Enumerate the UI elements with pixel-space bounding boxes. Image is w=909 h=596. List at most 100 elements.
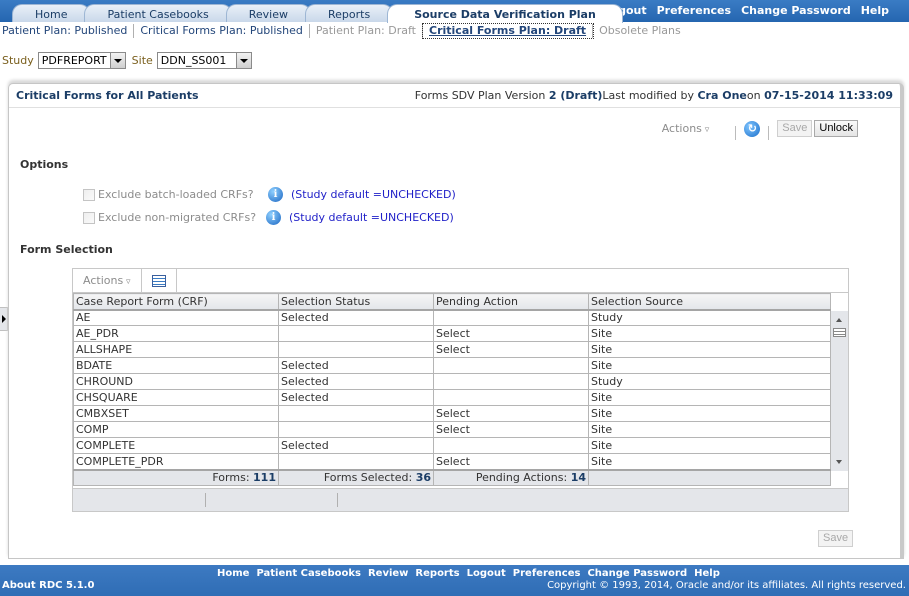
vertical-scrollbar[interactable] xyxy=(831,311,848,471)
help-link[interactable]: Help xyxy=(861,4,889,17)
bottom-save-button[interactable]: Save xyxy=(818,530,854,547)
selection-source-cell: Site xyxy=(588,421,831,438)
actions-menu[interactable]: Actions xyxy=(662,122,710,135)
panel-header: Critical Forms for All Patients Forms SD… xyxy=(9,84,900,108)
option-label: Exclude non-migrated CRFs? xyxy=(98,211,257,224)
table-row[interactable]: BDATE Selected Site xyxy=(73,357,831,374)
crf-table: Case Report Form (CRF) Selection Status … xyxy=(73,293,831,486)
subnav-patient-plan-published[interactable]: Patient Plan: Published xyxy=(2,24,135,38)
modified-at: 07-15-2014 11:33:09 xyxy=(764,89,893,102)
table-row[interactable]: CHROUND Selected Study xyxy=(73,373,831,390)
tab-patient-casebooks[interactable]: Patient Casebooks xyxy=(84,4,232,22)
selection-status-cell xyxy=(278,453,434,470)
tab-source-data-verification-plan[interactable]: Source Data Verification Plan xyxy=(387,4,623,23)
scroll-up-icon[interactable] xyxy=(836,318,842,322)
chevron-down-icon[interactable] xyxy=(235,53,251,68)
scroll-thumb[interactable] xyxy=(833,328,846,337)
tab-reports[interactable]: Reports xyxy=(305,4,394,22)
selection-source-cell: Site xyxy=(588,357,831,374)
table-row[interactable]: COMPLETE Selected Site xyxy=(73,437,831,454)
copyright-text: Copyright © 1993, 2014, Oracle and/or it… xyxy=(547,580,906,591)
column-header-selection-source[interactable]: Selection Source xyxy=(588,293,831,311)
tab-home[interactable]: Home xyxy=(12,4,91,22)
exclude-non-migrated-checkbox[interactable] xyxy=(83,211,95,224)
pending-action-cell xyxy=(433,389,589,406)
columns-icon[interactable] xyxy=(142,268,177,293)
footer-link-review[interactable]: Review xyxy=(368,568,408,579)
plan-info: Forms SDV Plan Version 2 (Draft)Last mod… xyxy=(415,89,893,102)
save-button[interactable]: Save xyxy=(777,120,813,137)
study-select-value: PDFREPORT xyxy=(41,54,107,67)
footer-links: Home Patient Casebooks Review Reports Logout… xyxy=(217,568,720,579)
info-icon[interactable]: i xyxy=(268,187,283,202)
pending-actions-total: Pending Actions: 14 xyxy=(433,468,589,486)
subnav-critical-forms-plan-draft[interactable]: Critical Forms Plan: Draft xyxy=(421,23,595,39)
subnav-obsolete-plans: Obsolete Plans xyxy=(599,24,681,37)
table-row[interactable]: AE Selected Study xyxy=(73,309,831,326)
about-link[interactable]: About RDC 5.1.0 xyxy=(2,580,94,591)
sub-navigation: Patient Plan: Published Critical Forms P… xyxy=(2,23,687,39)
selection-status-cell xyxy=(278,341,434,358)
change-password-link[interactable]: Change Password xyxy=(741,4,851,17)
site-select[interactable]: DDN_SS001 xyxy=(156,52,252,69)
footer-link-home[interactable]: Home xyxy=(217,568,249,579)
table-toolbar: Actions xyxy=(73,268,848,293)
selection-source-cell: Site xyxy=(588,405,831,422)
expand-panel-handle[interactable] xyxy=(0,307,8,331)
study-label: Study xyxy=(2,54,34,67)
table-row[interactable]: ALLSHAPE Select Site xyxy=(73,341,831,358)
subnav-patient-plan-draft: Patient Plan: Draft xyxy=(310,24,423,38)
option-label: Exclude batch-loaded CRFs? xyxy=(98,188,254,201)
table-row[interactable]: COMP Select Site xyxy=(73,421,831,438)
main-tabs: Home Patient Casebooks Review Reports So… xyxy=(12,4,623,23)
column-header-crf[interactable]: Case Report Form (CRF) xyxy=(73,293,279,311)
version-prefix: Forms SDV Plan Version xyxy=(414,89,546,102)
footer-link-patient-casebooks[interactable]: Patient Casebooks xyxy=(256,568,361,579)
status-divider xyxy=(337,493,338,507)
panel-toolbar: Actions ↻ Save Unlock xyxy=(662,120,858,140)
modified-by: Cra One xyxy=(697,89,747,102)
crf-cell: COMP xyxy=(73,421,279,438)
table-row[interactable]: CMBXSET Select Site xyxy=(73,405,831,422)
table-row[interactable]: CHSQUARE Selected Site xyxy=(73,389,831,406)
forms-total: Forms: 111 xyxy=(73,468,279,486)
forms-selected-total: Forms Selected: 36 xyxy=(278,468,434,486)
footer-link-help[interactable]: Help xyxy=(694,568,720,579)
table-row[interactable]: AE_PDR Select Site xyxy=(73,325,831,342)
selection-source-cell: Site xyxy=(588,437,831,454)
pending-action-cell: Select xyxy=(433,341,589,358)
unlock-button[interactable]: Unlock xyxy=(814,120,858,137)
footer-link-logout[interactable]: Logout xyxy=(467,568,506,579)
selection-status-cell xyxy=(278,421,434,438)
option-exclude-batch-loaded: Exclude batch-loaded CRFs? i (Study defa… xyxy=(83,187,456,202)
footer-link-change-password[interactable]: Change Password xyxy=(587,568,687,579)
study-select[interactable]: PDFREPORT xyxy=(37,52,126,69)
refresh-icon[interactable]: ↻ xyxy=(744,120,761,137)
footer-link-reports[interactable]: Reports xyxy=(415,568,459,579)
table-actions-menu[interactable]: Actions xyxy=(73,268,142,293)
exclude-batch-loaded-checkbox[interactable] xyxy=(83,188,95,201)
preferences-link[interactable]: Preferences xyxy=(657,4,731,17)
column-header-selection-status[interactable]: Selection Status xyxy=(278,293,434,311)
option-exclude-non-migrated: Exclude non-migrated CRFs? i (Study defa… xyxy=(83,210,454,225)
chevron-down-icon[interactable] xyxy=(109,53,125,68)
footer-link-preferences[interactable]: Preferences xyxy=(513,568,581,579)
column-header-pending-action[interactable]: Pending Action xyxy=(433,293,589,311)
scroll-down-icon[interactable] xyxy=(836,460,842,464)
selection-status-cell: Selected xyxy=(278,437,434,454)
pending-action-cell: Select xyxy=(433,421,589,438)
pending-action-cell xyxy=(433,373,589,390)
table-row[interactable]: COMPLETE_PDR Select Site xyxy=(73,453,831,470)
tab-review[interactable]: Review xyxy=(225,4,311,22)
selection-source-cell: Site xyxy=(588,325,831,342)
subnav-critical-forms-plan-published[interactable]: Critical Forms Plan: Published xyxy=(134,24,310,38)
info-icon[interactable]: i xyxy=(266,210,281,225)
on-label: on xyxy=(746,89,761,102)
crf-cell: COMPLETE xyxy=(73,437,279,454)
selection-source-cell: Site xyxy=(588,389,831,406)
crf-cell: CHSQUARE xyxy=(73,389,279,406)
pending-action-cell: Select xyxy=(433,325,589,342)
site-label: Site xyxy=(131,54,153,67)
selection-status-cell: Selected xyxy=(278,389,434,406)
crf-cell: CMBXSET xyxy=(73,405,279,422)
